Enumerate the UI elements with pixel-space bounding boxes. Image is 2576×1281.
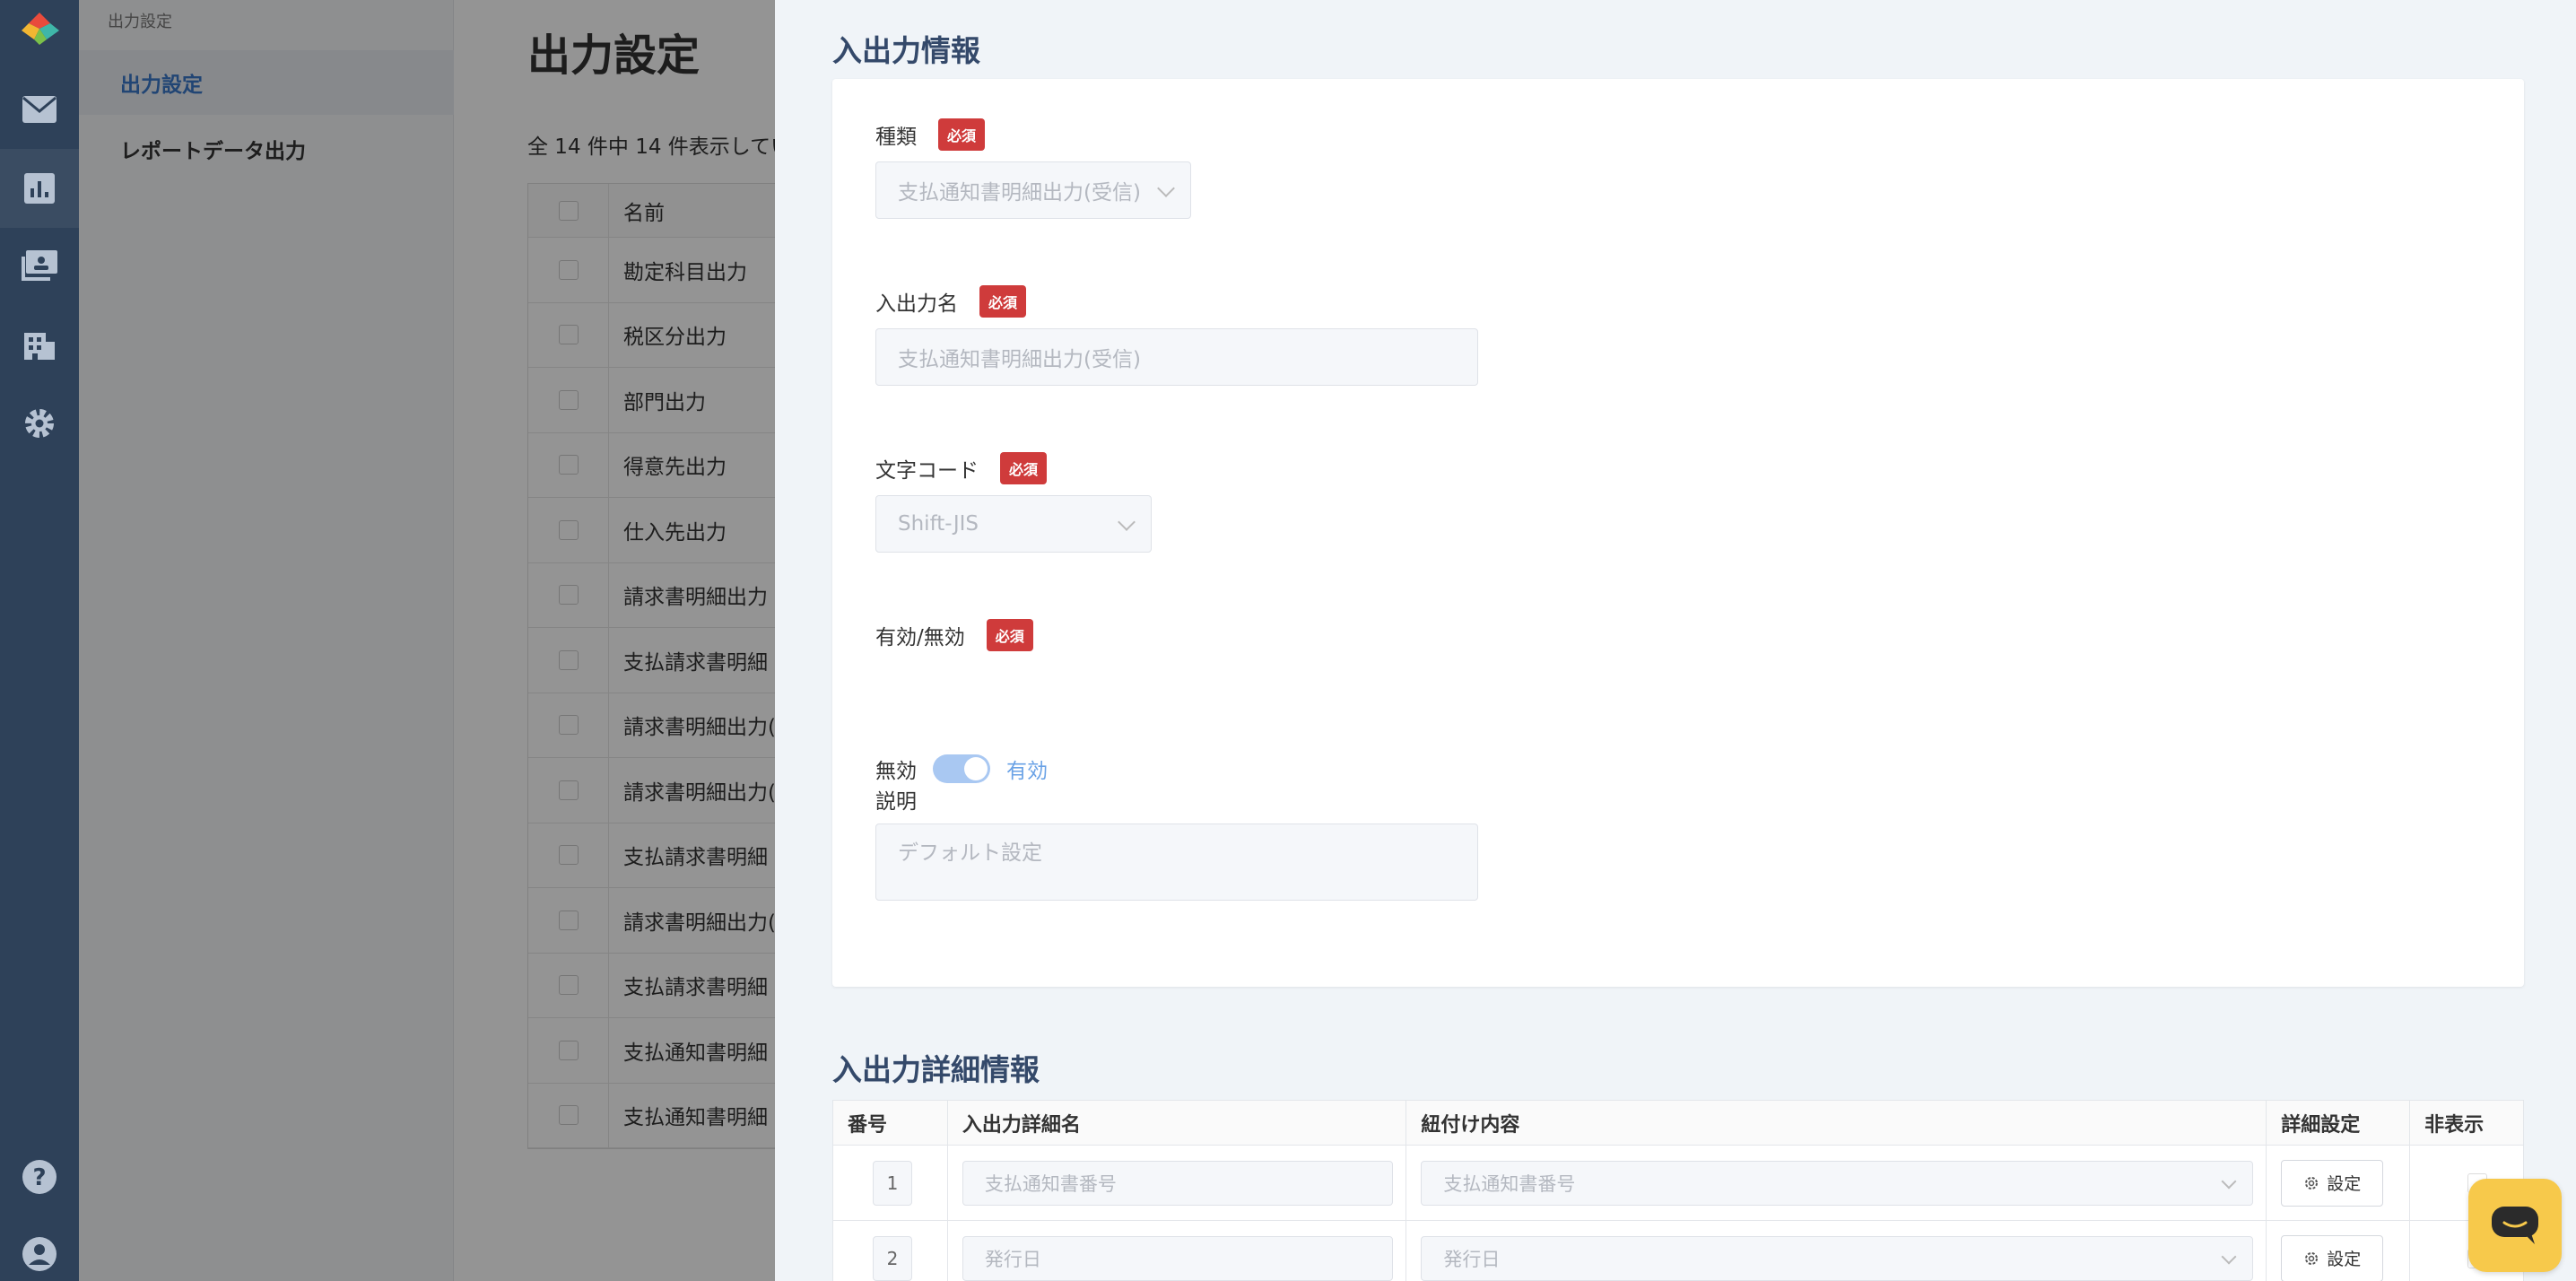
chat-bubble-icon xyxy=(2492,1207,2538,1244)
toggle-off-label: 無効 xyxy=(875,760,917,783)
type-select[interactable]: 支払通知書明細出力(受信) xyxy=(875,161,1191,219)
chat-support-button[interactable] xyxy=(2468,1179,2562,1272)
detail-row: 2 発行日 発行日 設定 xyxy=(833,1221,2523,1281)
detail-name-input[interactable]: 支払通知書番号 xyxy=(962,1160,1393,1206)
chevron-down-icon xyxy=(2221,1173,2237,1189)
description-field-label: 説明 xyxy=(875,790,917,814)
enabled-toggle[interactable] xyxy=(933,754,990,783)
io-name-input[interactable]: 支払通知書明細出力(受信) xyxy=(875,328,1478,386)
required-badge: 必須 xyxy=(986,619,1033,651)
chevron-down-icon xyxy=(1157,179,1175,197)
row-number: 1 xyxy=(873,1160,912,1206)
help-icon[interactable]: ? xyxy=(20,1157,59,1197)
row-number: 2 xyxy=(873,1235,912,1281)
detail-table-header: 番号 入出力詳細名 紐付け内容 詳細設定 非表示 xyxy=(833,1101,2523,1146)
gear-icon xyxy=(2305,1251,2319,1265)
toggle-on-label: 有効 xyxy=(1006,760,1048,783)
chevron-down-icon xyxy=(1118,513,1136,531)
type-field-label: 種類 必須 xyxy=(875,118,986,151)
link-content-select[interactable]: 支払通知書番号 xyxy=(1421,1160,2254,1206)
detail-settings-button[interactable]: 設定 xyxy=(2281,1159,2384,1207)
svg-text:?: ? xyxy=(32,1164,46,1191)
chevron-down-icon xyxy=(2221,1249,2237,1264)
detail-name-input[interactable]: 発行日 xyxy=(962,1235,1393,1281)
edit-drawer: 入出力情報 種類 必須 支払通知書明細出力(受信) 入出力名 必須 支払通知書明… xyxy=(775,0,2576,1281)
app-logo-icon[interactable] xyxy=(18,11,61,47)
slides-icon[interactable] xyxy=(20,246,59,285)
required-badge: 必須 xyxy=(938,118,986,151)
required-badge: 必須 xyxy=(979,285,1027,318)
gear-icon[interactable] xyxy=(20,404,59,443)
charset-field-label: 文字コード 必須 xyxy=(875,452,1048,484)
detail-settings-button[interactable]: 設定 xyxy=(2281,1234,2384,1281)
name-field-label: 入出力名 必須 xyxy=(875,285,1027,318)
gear-icon xyxy=(2305,1176,2319,1190)
user-avatar-icon[interactable] xyxy=(20,1234,59,1274)
link-content-select[interactable]: 発行日 xyxy=(1421,1235,2254,1281)
enabled-toggle-row: 無効 有効 xyxy=(875,754,1048,784)
icon-rail: ? xyxy=(0,0,79,1281)
building-icon[interactable] xyxy=(20,325,59,364)
io-info-card: 種類 必須 支払通知書明細出力(受信) 入出力名 必須 支払通知書明細出力(受信… xyxy=(832,79,2524,987)
description-textarea[interactable]: デフォルト設定 xyxy=(875,824,1478,901)
section-title-io-info: 入出力情報 xyxy=(832,33,980,68)
detail-row: 1 支払通知書番号 支払通知書番号 設定 xyxy=(833,1146,2523,1221)
enabled-field-label: 有効/無効 必須 xyxy=(875,619,1033,651)
section-title-io-detail: 入出力詳細情報 xyxy=(832,1052,1040,1087)
report-icon[interactable] xyxy=(0,149,79,228)
mail-icon[interactable] xyxy=(20,90,59,129)
io-detail-table: 番号 入出力詳細名 紐付け内容 詳細設定 非表示 1 支払通知書番号 支払通知書番号… xyxy=(832,1100,2524,1281)
charset-select[interactable]: Shift-JIS xyxy=(875,495,1152,553)
required-badge: 必須 xyxy=(1000,452,1048,484)
